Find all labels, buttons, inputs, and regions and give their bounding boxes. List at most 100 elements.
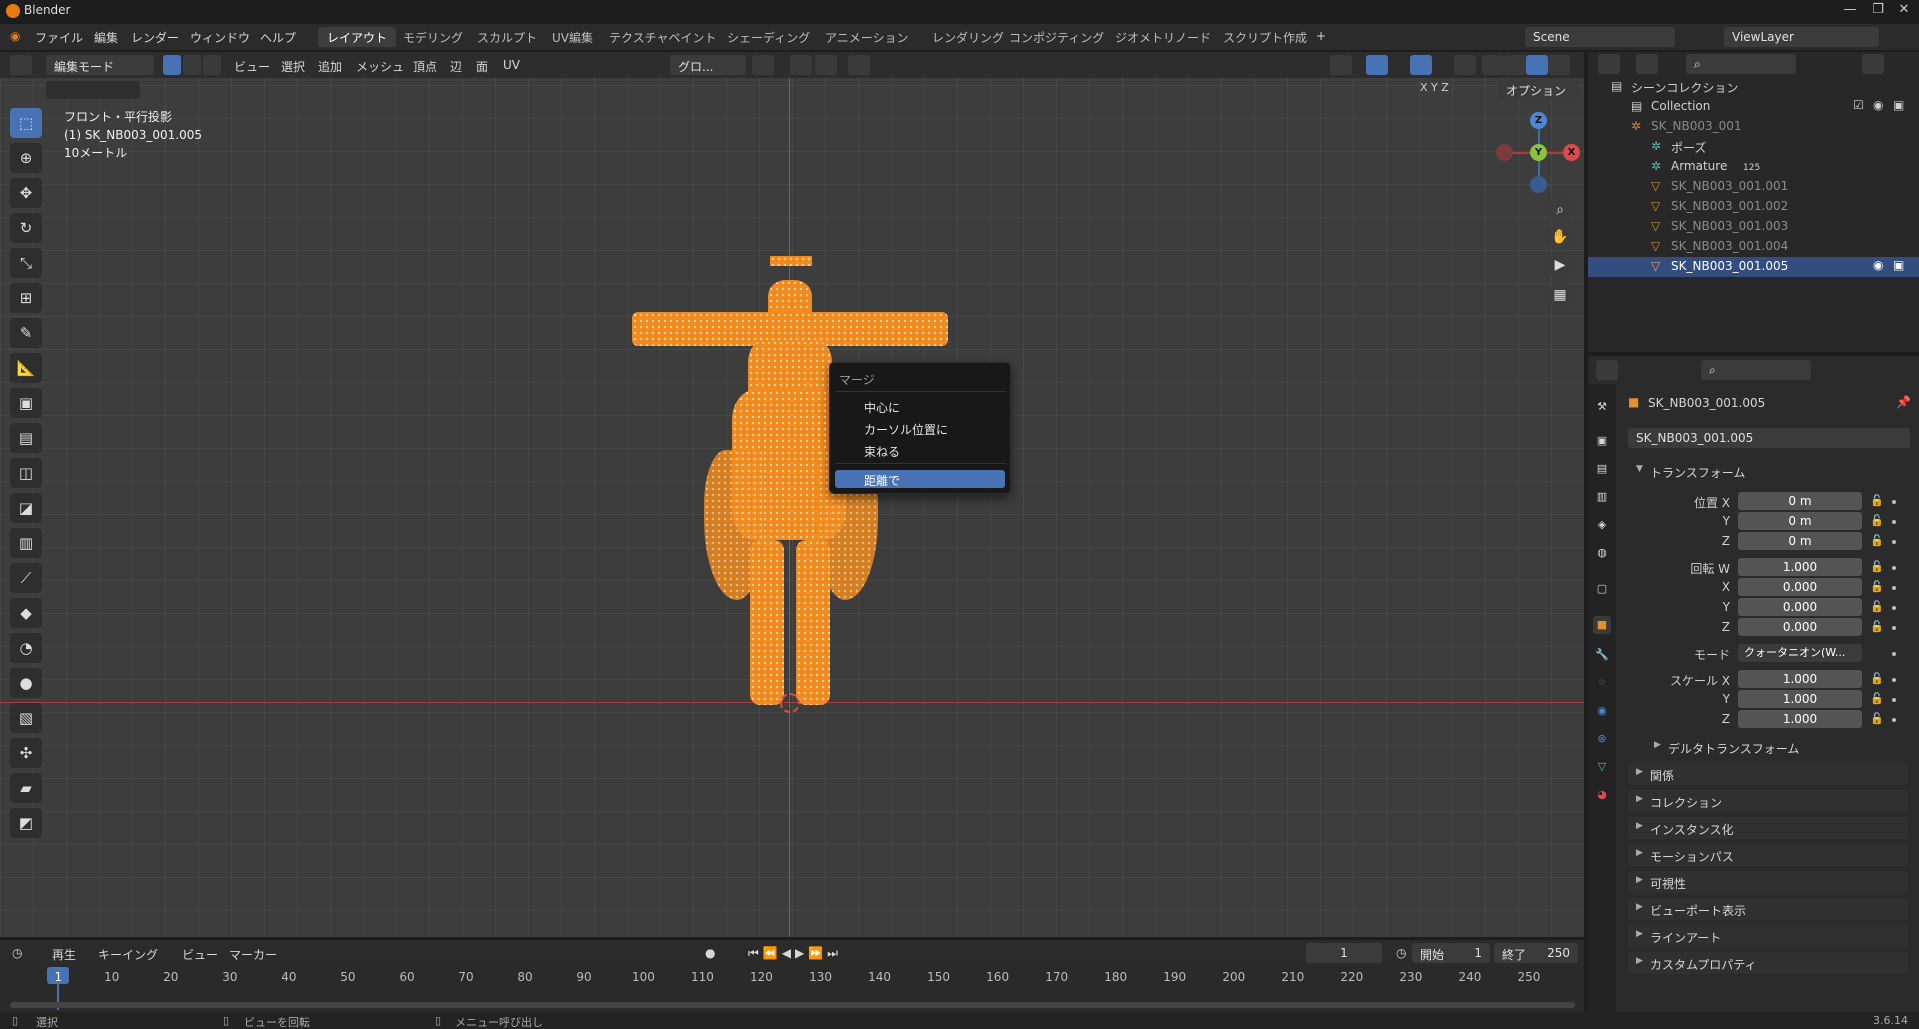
- menu-add[interactable]: 追加: [318, 58, 342, 75]
- lock-icon[interactable]: 🔓: [1870, 672, 1884, 685]
- menu-vertex[interactable]: 頂点: [413, 58, 437, 75]
- menu-help[interactable]: ヘルプ: [260, 29, 296, 46]
- select-mode-buttons[interactable]: [46, 81, 140, 99]
- outliner-search[interactable]: ⌕: [1686, 54, 1796, 74]
- gizmo-neg-x-icon[interactable]: [1496, 144, 1513, 161]
- annotate-tool-icon[interactable]: ✎: [10, 318, 42, 348]
- close-button[interactable]: ✕: [1884, 2, 1919, 17]
- lock-icon[interactable]: 🔓: [1870, 712, 1884, 725]
- keyframe-dot-icon[interactable]: [1892, 520, 1896, 524]
- lock-icon[interactable]: 🔓: [1870, 560, 1884, 573]
- extrude-tool-icon[interactable]: ▤: [10, 423, 42, 453]
- add-cube-tool-icon[interactable]: ▣: [10, 388, 42, 418]
- inset-tool-icon[interactable]: ◫: [10, 458, 42, 488]
- shading-material-icon[interactable]: [1526, 55, 1548, 75]
- visibility-icon[interactable]: [1330, 55, 1352, 75]
- filter-icon[interactable]: [1862, 54, 1884, 74]
- lock-icon[interactable]: 🔓: [1870, 692, 1884, 705]
- bevel-tool-icon[interactable]: ◪: [10, 493, 42, 523]
- mirror-z[interactable]: Z: [1441, 81, 1449, 94]
- lock-icon[interactable]: 🔓: [1870, 494, 1884, 507]
- outliner-row-mesh-003[interactable]: ▽ SK_NB003_001.003: [1588, 217, 1919, 237]
- rotate-tool-icon[interactable]: ↻: [10, 213, 42, 243]
- location-z-field[interactable]: 0 m: [1738, 532, 1862, 550]
- xray-icon[interactable]: [1454, 55, 1476, 75]
- object-name-field[interactable]: SK_NB003_001.005: [1628, 428, 1910, 448]
- display-mode-icon[interactable]: [1636, 54, 1658, 74]
- edge-select-icon[interactable]: [183, 55, 201, 75]
- render-tab-icon[interactable]: ▣: [1593, 432, 1611, 450]
- gizmo-neg-z-icon[interactable]: [1530, 176, 1547, 193]
- tab-layout[interactable]: レイアウト: [318, 27, 397, 47]
- blender-menu-icon[interactable]: ◉: [10, 29, 20, 43]
- shear-tool-icon[interactable]: ▰: [10, 773, 42, 803]
- keyframe-dot-icon[interactable]: [1892, 500, 1896, 504]
- rotation-x-field[interactable]: 0.000: [1738, 578, 1862, 596]
- outliner-row-mesh-002[interactable]: ▽ SK_NB003_001.002: [1588, 197, 1919, 217]
- menu-face[interactable]: 面: [476, 58, 488, 75]
- motion-paths-section[interactable]: ▶ モーションパス: [1628, 844, 1908, 866]
- lock-icon[interactable]: 🔓: [1870, 600, 1884, 613]
- menu-mesh[interactable]: メッシュ: [356, 58, 404, 75]
- keyframe-dot-icon[interactable]: [1892, 652, 1896, 656]
- merge-collapse[interactable]: 束ねる: [864, 443, 900, 460]
- proportional-edit-icon[interactable]: [848, 55, 870, 75]
- menu-timeline-view[interactable]: ビュー: [182, 946, 218, 963]
- keyframe-dot-icon[interactable]: [1892, 540, 1896, 544]
- collection-tab-icon[interactable]: ▢: [1593, 580, 1611, 598]
- scene-tab-icon[interactable]: ◈: [1593, 516, 1611, 534]
- visibility-section[interactable]: ▶ 可視性: [1628, 871, 1908, 893]
- transform-orientation-selector[interactable]: グロ...: [670, 55, 746, 75]
- keyframe-dot-icon[interactable]: [1892, 566, 1896, 570]
- properties-search[interactable]: ⌕: [1701, 360, 1811, 380]
- rotation-mode-dropdown[interactable]: クォータニオン(W...: [1738, 644, 1862, 662]
- rotation-w-field[interactable]: 1.000: [1738, 558, 1862, 576]
- transform-tool-icon[interactable]: ⊞: [10, 283, 42, 313]
- editor-type-icon[interactable]: [10, 55, 32, 75]
- tab-geometry-nodes[interactable]: ジオメトリノード: [1106, 27, 1220, 47]
- keyframe-dot-icon[interactable]: [1892, 678, 1896, 682]
- gizmo-z-icon[interactable]: Z: [1530, 112, 1547, 129]
- transform-section-header[interactable]: ▼ トランスフォーム: [1628, 460, 1908, 482]
- timeline-editor-icon[interactable]: ◷: [12, 946, 22, 960]
- timeline-scrollbar[interactable]: [10, 1002, 1575, 1008]
- outliner-row-pose[interactable]: ✲ ポーズ: [1588, 137, 1919, 157]
- modifier-tab-icon[interactable]: 🔧: [1593, 646, 1611, 664]
- instancing-section[interactable]: ▶ インスタンス化: [1628, 817, 1908, 839]
- tab-modeling[interactable]: モデリング: [394, 27, 472, 47]
- location-y-field[interactable]: 0 m: [1738, 512, 1862, 530]
- properties-editor-icon[interactable]: [1596, 360, 1618, 380]
- scale-y-field[interactable]: 1.000: [1738, 690, 1862, 708]
- outliner-row-mesh-001[interactable]: ▽ SK_NB003_001.001: [1588, 177, 1919, 197]
- lock-icon[interactable]: 🔓: [1870, 514, 1884, 527]
- shading-rendered-icon[interactable]: [1548, 55, 1570, 75]
- options-dropdown[interactable]: オプション: [1498, 79, 1578, 99]
- pivot-icon[interactable]: [752, 55, 774, 75]
- gizmo-toggle-icon[interactable]: [1366, 55, 1388, 75]
- tab-uv-edit[interactable]: UV編集: [543, 27, 602, 47]
- viewport-display-section[interactable]: ▶ ビューポート表示: [1628, 898, 1908, 920]
- rotation-z-field[interactable]: 0.000: [1738, 618, 1862, 636]
- shading-wireframe-icon[interactable]: [1482, 55, 1504, 75]
- rotation-y-field[interactable]: 0.000: [1738, 598, 1862, 616]
- keyframe-dot-icon[interactable]: [1892, 698, 1896, 702]
- cursor-tool-icon[interactable]: ⊕: [10, 143, 42, 173]
- object-tab-icon[interactable]: ■: [1593, 616, 1611, 634]
- data-tab-icon[interactable]: ▽: [1593, 758, 1611, 776]
- shading-solid-icon[interactable]: [1504, 55, 1526, 75]
- outliner-row-mesh-004[interactable]: ▽ SK_NB003_001.004: [1588, 237, 1919, 257]
- view-layer-tab-icon[interactable]: ▥: [1593, 488, 1611, 506]
- tool-tab-icon[interactable]: ⚒: [1593, 398, 1611, 416]
- collections-section[interactable]: ▶ コレクション: [1628, 790, 1908, 812]
- material-tab-icon[interactable]: ◕: [1593, 786, 1611, 804]
- lock-icon[interactable]: 🔓: [1870, 534, 1884, 547]
- tab-sculpt[interactable]: スカルプト: [468, 27, 546, 47]
- relations-section[interactable]: ▶ 関係: [1628, 763, 1908, 785]
- start-frame-field[interactable]: 開始 1: [1412, 943, 1490, 963]
- outliner-row-collection[interactable]: ▤ Collection ☑ ◉ ▣: [1588, 97, 1919, 117]
- record-icon[interactable]: ●: [705, 946, 715, 960]
- menu-render[interactable]: レンダー: [131, 29, 179, 46]
- mode-selector[interactable]: 編集モード: [46, 55, 154, 75]
- view-layer-selector[interactable]: ViewLayer: [1724, 27, 1879, 47]
- output-tab-icon[interactable]: ▤: [1593, 460, 1611, 478]
